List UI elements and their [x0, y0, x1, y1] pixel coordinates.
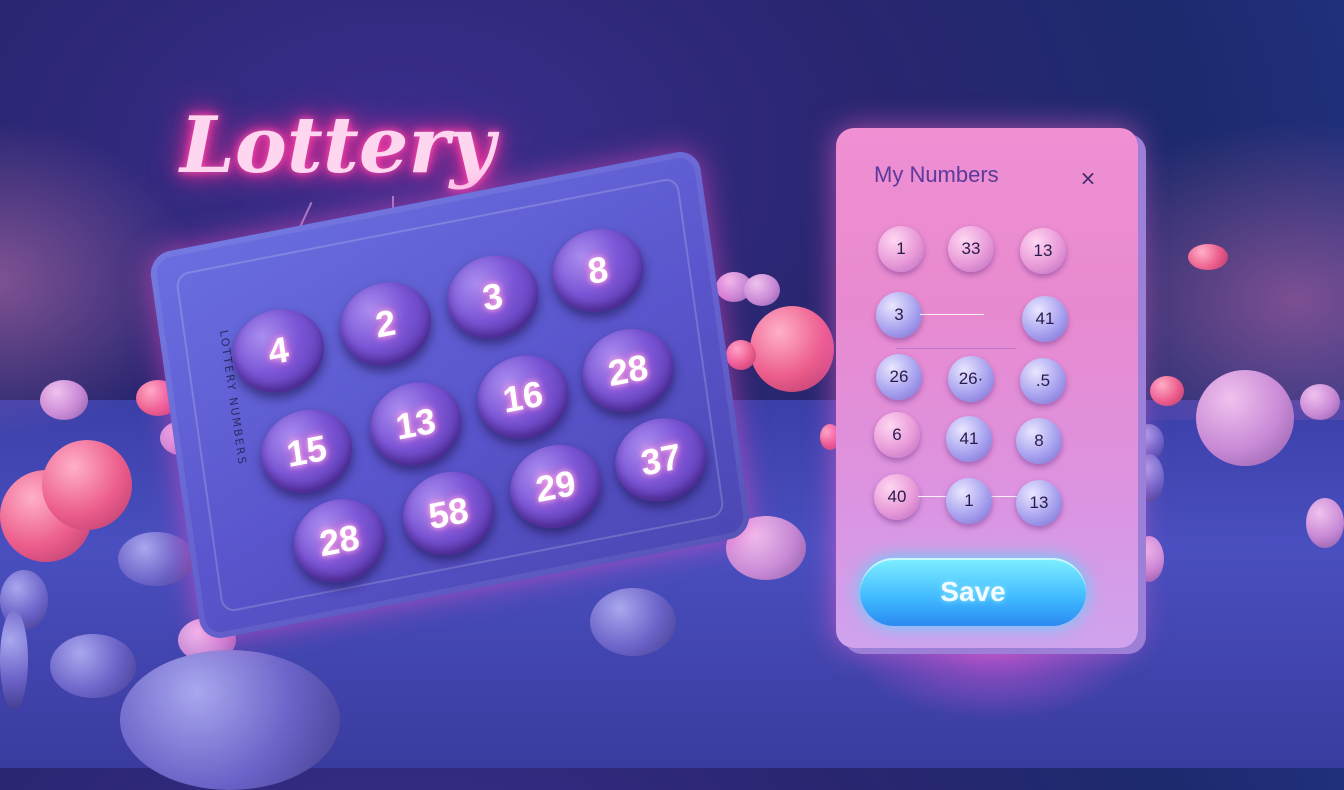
number-chip[interactable]: 3: [876, 292, 922, 338]
decor-sphere: [744, 274, 780, 306]
decor-sphere: [0, 610, 28, 710]
number-chip[interactable]: 26·: [948, 356, 994, 402]
decor-sphere: [1150, 376, 1184, 406]
number-chip[interactable]: 13: [1016, 480, 1062, 526]
decor-sphere: [726, 340, 756, 370]
decor-sphere: [1196, 370, 1294, 466]
panel-glow: [848, 640, 1138, 720]
decor-sphere: [118, 532, 194, 586]
number-chip[interactable]: 41: [1022, 296, 1068, 342]
ball-number: 2: [372, 301, 399, 346]
ball-number: 37: [638, 435, 684, 484]
decor-sphere: [1134, 454, 1164, 502]
number-chip[interactable]: 41: [946, 416, 992, 462]
ball-number: 58: [425, 488, 471, 538]
decor-sphere: [1188, 244, 1228, 270]
decor-sphere: [42, 440, 132, 530]
number-chip[interactable]: 13: [1020, 228, 1066, 274]
ball-number: 15: [284, 426, 330, 476]
ball-number: 16: [500, 372, 546, 421]
ball-number: 13: [393, 399, 439, 448]
decor-sphere: [120, 650, 340, 790]
number-chip[interactable]: 33: [948, 226, 994, 272]
divider: [896, 348, 1016, 349]
lottery-title: Lottery: [180, 100, 495, 191]
number-chip[interactable]: 40: [874, 474, 920, 520]
ball-number: 8: [585, 247, 611, 293]
ball-number: 28: [316, 516, 362, 565]
decor-sphere: [1306, 498, 1344, 548]
decor-sphere: [50, 634, 136, 698]
number-chip[interactable]: 26: [876, 354, 922, 400]
link-line: [920, 314, 984, 315]
decor-sphere: [1134, 536, 1164, 582]
save-button[interactable]: Save: [860, 558, 1086, 626]
ball-number: 3: [479, 274, 506, 319]
my-numbers-panel: My Numbers × 1 33 13 3 41 26 26· .5 6 41…: [836, 128, 1138, 648]
close-icon[interactable]: ×: [1076, 166, 1100, 190]
panel-title: My Numbers: [874, 162, 999, 187]
number-chip[interactable]: 1: [946, 478, 992, 524]
ball-number: 29: [533, 461, 579, 511]
decor-sphere: [1300, 384, 1340, 420]
number-chip[interactable]: 6: [874, 412, 920, 458]
decor-sphere: [40, 380, 88, 420]
decor-sphere: [750, 306, 834, 392]
ball-number: 4: [265, 328, 292, 373]
number-chip[interactable]: 8: [1016, 418, 1062, 464]
decor-sphere: [590, 588, 676, 656]
number-chip[interactable]: 1: [878, 226, 924, 272]
ball-number: 28: [605, 345, 651, 395]
number-chip[interactable]: .5: [1020, 358, 1066, 404]
